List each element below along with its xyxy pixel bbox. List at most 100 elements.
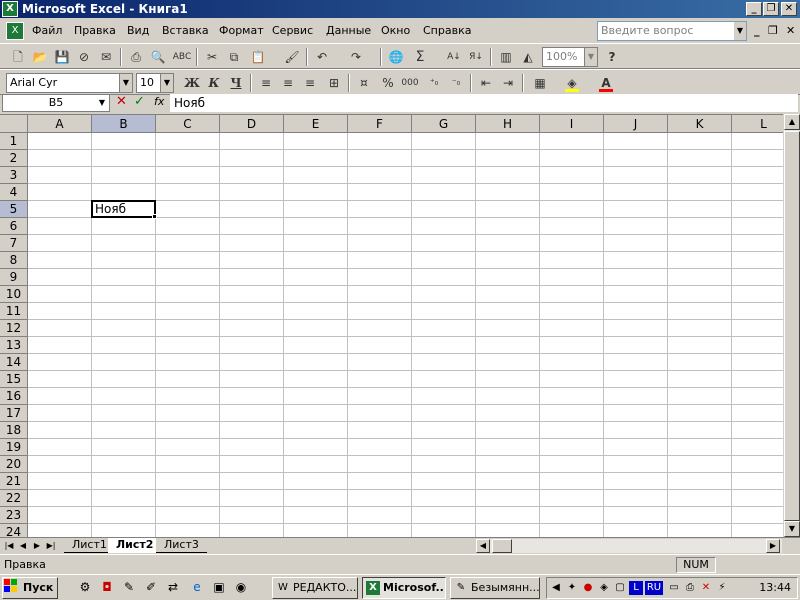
formula-input[interactable]: Нояб xyxy=(170,94,798,112)
zoom-select[interactable]: 100% ▼ xyxy=(542,47,598,67)
tray-antivirus-icon[interactable]: ● xyxy=(581,581,595,595)
row-header[interactable]: 3 xyxy=(0,167,28,184)
autosum-icon[interactable]: Σ xyxy=(410,47,430,67)
scroll-down-icon[interactable]: ▼ xyxy=(784,521,800,537)
row-header[interactable]: 5 xyxy=(0,201,28,218)
chart-wizard-icon[interactable]: ▥ xyxy=(496,47,516,67)
fill-color-icon[interactable]: ◈ xyxy=(562,73,582,93)
task-word[interactable]: W РЕДАКТО... xyxy=(272,577,358,599)
row-header[interactable]: 20 xyxy=(0,456,28,473)
quicklaunch-network-icon[interactable]: ⇄ xyxy=(164,578,182,596)
paste-icon[interactable]: 📋 xyxy=(248,47,268,67)
help-icon[interactable]: ? xyxy=(602,47,622,67)
close-button[interactable]: ✕ xyxy=(781,2,797,16)
chevron-down-icon[interactable]: ▼ xyxy=(96,95,108,111)
quicklaunch-app-icon[interactable]: ⚙ xyxy=(76,578,94,596)
font-color-icon[interactable]: A xyxy=(596,73,616,93)
increase-decimal-icon[interactable]: ⁺₀ xyxy=(424,73,444,93)
row-header[interactable]: 4 xyxy=(0,184,28,201)
italic-button[interactable]: К xyxy=(204,73,224,93)
bold-button[interactable]: Ж xyxy=(182,73,202,93)
name-box[interactable]: B5 xyxy=(2,94,110,112)
chevron-down-icon[interactable]: ▼ xyxy=(734,22,746,40)
row-header[interactable]: 11 xyxy=(0,303,28,320)
new-icon[interactable]: 🗋 xyxy=(8,47,28,67)
row-header[interactable]: 15 xyxy=(0,371,28,388)
align-center-icon[interactable]: ≡ xyxy=(278,73,298,93)
spelling-icon[interactable]: ABC xyxy=(172,47,192,67)
merge-center-icon[interactable]: ⊞ xyxy=(324,73,344,93)
row-header[interactable]: 14 xyxy=(0,354,28,371)
row-header[interactable]: 8 xyxy=(0,252,28,269)
tray-connection-icon[interactable]: ⚡ xyxy=(715,581,729,595)
hscroll-thumb[interactable] xyxy=(492,539,512,553)
column-header[interactable]: E xyxy=(284,115,348,133)
sheet-tab-3[interactable]: Лист3 xyxy=(156,538,207,553)
percent-icon[interactable]: % xyxy=(378,73,398,93)
align-left-icon[interactable]: ≡ xyxy=(256,73,276,93)
row-header[interactable]: 1 xyxy=(0,133,28,150)
menu-file[interactable]: Файл xyxy=(32,24,62,37)
row-header[interactable]: 18 xyxy=(0,422,28,439)
font-select[interactable]: Arial Cyr ▼ xyxy=(6,73,133,93)
drawing-icon[interactable]: ◭ xyxy=(518,47,538,67)
row-header[interactable]: 21 xyxy=(0,473,28,490)
hyperlink-icon[interactable]: 🌐 xyxy=(386,47,406,67)
language-indicator[interactable]: RU xyxy=(645,581,663,595)
row-header[interactable]: 17 xyxy=(0,405,28,422)
spreadsheet-grid[interactable]: ABCDEFGHIJKL 1 2 3 4 5 6 7 8 9 10 11 12 13 14 15 16 17 18… xyxy=(0,114,800,537)
row-header[interactable]: 19 xyxy=(0,439,28,456)
quicklaunch-editor-icon[interactable]: ✐ xyxy=(142,578,160,596)
scroll-up-icon[interactable]: ▲ xyxy=(784,114,800,130)
excel-icon[interactable]: X xyxy=(2,1,18,17)
menu-insert[interactable]: Вставка xyxy=(162,24,209,37)
tray-print-icon[interactable]: ⎙ xyxy=(683,581,697,595)
column-header[interactable]: B xyxy=(92,115,156,133)
undo-icon[interactable]: ↶ xyxy=(312,47,332,67)
copy-icon[interactable]: ⧉ xyxy=(224,47,244,67)
row-header[interactable]: 13 xyxy=(0,337,28,354)
menu-view[interactable]: Вид xyxy=(127,24,149,37)
column-header[interactable]: C xyxy=(156,115,220,133)
row-header[interactable]: 6 xyxy=(0,218,28,235)
tray-app-icon[interactable]: ✦ xyxy=(565,581,579,595)
scroll-left-icon[interactable]: ◀ xyxy=(476,539,490,553)
menu-tools[interactable]: Сервис xyxy=(272,24,313,37)
help-search-input[interactable]: Введите вопрос xyxy=(597,21,747,41)
underline-button[interactable]: Ч xyxy=(226,73,246,93)
permission-icon[interactable]: ⊘ xyxy=(74,47,94,67)
prev-sheet-icon[interactable]: ◀ xyxy=(16,539,30,552)
row-header[interactable]: 7 xyxy=(0,235,28,252)
volume-icon[interactable]: ◀ xyxy=(549,581,563,595)
active-cell[interactable]: Нояб xyxy=(91,200,156,218)
menu-help[interactable]: Справка xyxy=(423,24,471,37)
column-header[interactable]: A xyxy=(28,115,92,133)
email-icon[interactable]: ✉ xyxy=(96,47,116,67)
sort-descending-icon[interactable]: Я↓ xyxy=(466,47,486,67)
save-icon[interactable]: 💾 xyxy=(52,47,72,67)
vertical-scrollbar[interactable]: ▲ ▼ xyxy=(783,114,800,537)
quicklaunch-desktop-icon[interactable]: ▣ xyxy=(210,578,228,596)
task-excel[interactable]: X Microsof... xyxy=(362,577,446,599)
font-size-select[interactable]: 10 ▼ xyxy=(136,73,174,93)
doc-restore-button[interactable]: ❐ xyxy=(768,24,778,37)
column-header[interactable]: G xyxy=(412,115,476,133)
task-paint[interactable]: ✎ Безымянн... xyxy=(450,577,540,599)
row-header[interactable]: 2 xyxy=(0,150,28,167)
doc-close-button[interactable]: ✕ xyxy=(786,24,795,37)
cut-icon[interactable]: ✂ xyxy=(202,47,222,67)
column-header[interactable]: J xyxy=(604,115,668,133)
sort-ascending-icon[interactable]: A↓ xyxy=(444,47,464,67)
quicklaunch-office-icon[interactable]: ◘ xyxy=(98,578,116,596)
column-header[interactable]: D xyxy=(220,115,284,133)
sheet-tab-2[interactable]: Лист2 xyxy=(108,538,162,553)
open-icon[interactable]: 📂 xyxy=(30,47,50,67)
row-header[interactable]: 16 xyxy=(0,388,28,405)
next-sheet-icon[interactable]: ▶ xyxy=(30,539,44,552)
first-sheet-icon[interactable]: |◀ xyxy=(2,539,16,552)
internet-explorer-icon[interactable]: e xyxy=(188,578,206,596)
row-header[interactable]: 10 xyxy=(0,286,28,303)
insert-function-icon[interactable]: fx xyxy=(154,95,164,108)
row-header[interactable]: 12 xyxy=(0,320,28,337)
scroll-thumb[interactable] xyxy=(784,131,800,521)
